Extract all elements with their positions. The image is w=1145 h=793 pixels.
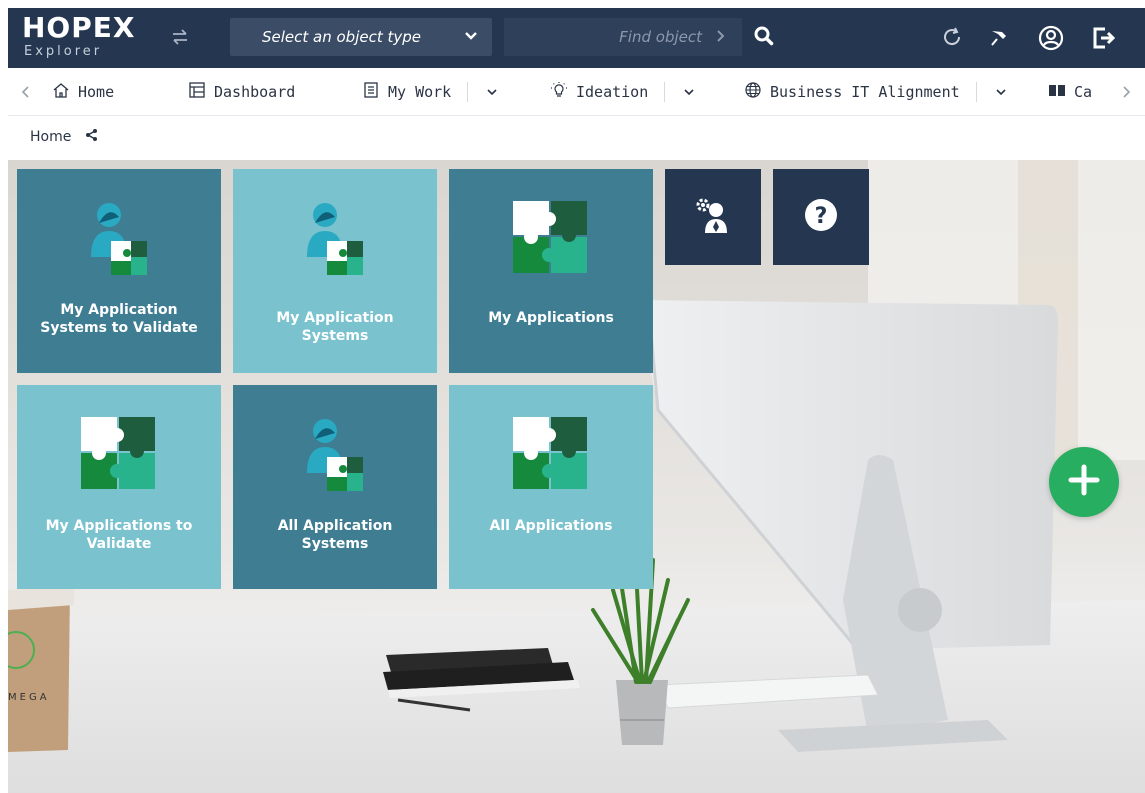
add-button[interactable]: [1049, 447, 1119, 517]
svg-text:MEGA: MEGA: [8, 692, 50, 703]
nav-tab-my-work-label: My Work: [388, 83, 452, 101]
user-account-icon[interactable]: [1038, 25, 1064, 55]
tile-my-application-systems[interactable]: My Application Systems: [233, 169, 437, 373]
logo-subtitle: Explorer: [24, 44, 103, 59]
nav-tab-business-it-alignment-label: Business IT Alignment: [770, 83, 960, 101]
tile-my-application-systems-to-validate[interactable]: My Application Systems to Validate: [17, 169, 221, 373]
tile-all-application-systems[interactable]: All Application Systems: [233, 385, 437, 589]
search-icon[interactable]: [753, 25, 775, 51]
tile-my-applications-to-validate[interactable]: My Applications to Validate: [17, 385, 221, 589]
breadcrumb: Home: [30, 128, 99, 146]
logout-icon[interactable]: [1090, 25, 1116, 55]
share-icon[interactable]: [85, 128, 99, 146]
nav-tab-dashboard[interactable]: Dashboard: [188, 80, 295, 104]
nav-tab-catalog-label: Ca: [1074, 83, 1093, 101]
tile-my-applications[interactable]: My Applications: [449, 169, 653, 373]
book-icon: [1048, 81, 1066, 103]
business-it-alignment-dropdown-icon[interactable]: [995, 86, 1007, 98]
nav-scroll-left-icon[interactable]: [20, 80, 32, 104]
tile-label: My Applications to Validate: [45, 518, 193, 552]
find-object-input[interactable]: Find object: [504, 18, 742, 56]
object-type-placeholder: Select an object type: [262, 28, 422, 46]
plus-icon: [1067, 463, 1101, 501]
puzzle-icon: [79, 415, 157, 496]
puzzle-icon: [511, 415, 589, 496]
chevron-right-icon[interactable]: [714, 29, 728, 47]
nav-tab-catalog[interactable]: Ca: [1048, 80, 1092, 104]
document-icon: [362, 81, 380, 103]
logo-title: HOPEX: [22, 11, 136, 44]
user-puzzle-icon: [87, 195, 151, 280]
user-gear-icon: [693, 195, 733, 239]
nav-separator: [975, 82, 977, 102]
home-icon: [52, 81, 70, 103]
object-type-select[interactable]: Select an object type: [230, 18, 492, 56]
help-button[interactable]: ?: [773, 169, 869, 265]
lightbulb-icon: [550, 81, 568, 103]
nav-separator: [467, 82, 469, 102]
top-bar: HOPEX Explorer Select an object type Fin…: [8, 8, 1145, 68]
tile-all-applications[interactable]: All Applications: [449, 385, 653, 589]
settings-users-button[interactable]: [665, 169, 761, 265]
user-puzzle-icon: [303, 411, 367, 496]
globe-icon: [744, 81, 762, 103]
puzzle-icon: [511, 199, 589, 280]
nav-separator: [664, 82, 666, 102]
dashboard-icon: [188, 81, 206, 103]
nav-tab-business-it-alignment[interactable]: Business IT Alignment: [744, 80, 1007, 104]
nav-tab-home[interactable]: Home: [52, 80, 114, 104]
nav-tab-dashboard-label: Dashboard: [214, 83, 296, 101]
svg-text:?: ?: [815, 204, 828, 229]
nav-tab-ideation-label: Ideation: [576, 83, 649, 101]
tile-label: All Applications: [489, 518, 613, 534]
my-work-dropdown-icon[interactable]: [486, 86, 498, 98]
nav-tab-my-work[interactable]: My Work: [362, 80, 498, 104]
tile-label: My Applications: [488, 310, 614, 326]
tile-label: My Application Systems: [276, 310, 394, 344]
swap-icon[interactable]: [168, 28, 192, 46]
chevron-down-icon: [464, 29, 478, 47]
find-object-placeholder: Find object: [619, 28, 702, 46]
ideation-dropdown-icon[interactable]: [683, 86, 695, 98]
nav-bar: Home Dashboard My Work Ideation Business…: [8, 68, 1145, 116]
user-puzzle-icon: [303, 195, 367, 280]
hopex-logo[interactable]: HOPEX Explorer: [8, 8, 158, 68]
nav-tab-ideation[interactable]: Ideation: [550, 80, 695, 104]
background-office-image: MEGA My Application Systems to Validate: [8, 160, 1145, 793]
pin-icon[interactable]: [988, 25, 1012, 53]
nav-tab-home-label: Home: [78, 83, 115, 101]
nav-scroll-right-icon[interactable]: [1120, 80, 1132, 104]
tile-label: All Application Systems: [277, 518, 393, 552]
breadcrumb-home[interactable]: Home: [30, 129, 71, 145]
help-icon: ?: [803, 197, 839, 237]
refresh-icon[interactable]: [940, 25, 964, 53]
tile-label: My Application Systems to Validate: [40, 302, 198, 336]
